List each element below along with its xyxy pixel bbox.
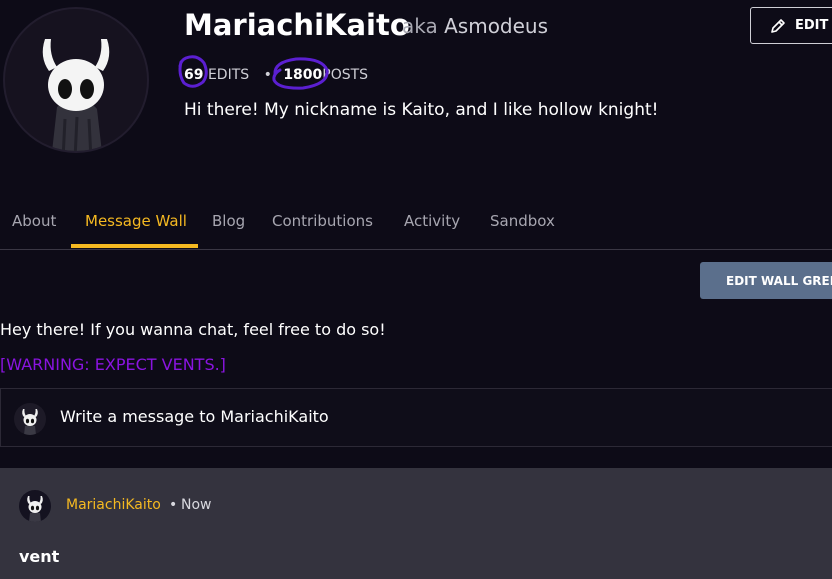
hollow-knight-avatar [42, 39, 110, 151]
edits-label[interactable]: EDITS [208, 67, 249, 83]
post-title[interactable]: vent [19, 547, 59, 566]
tab-activity[interactable]: Activity [404, 212, 460, 230]
profile-username: MariachiKaito [184, 8, 410, 42]
tab-contributions[interactable]: Contributions [272, 212, 373, 230]
edit-profile-label: EDIT [795, 18, 829, 33]
hollow-knight-avatar [27, 496, 43, 522]
tab-blog[interactable]: Blog [212, 212, 245, 230]
profile-tabs: About Message Wall Blog Contributions Ac… [0, 200, 832, 250]
post-separator: • [169, 497, 178, 513]
wall-post: MariachiKaito • Now vent [0, 468, 832, 579]
posts-count[interactable]: 1800 [283, 67, 322, 83]
avatar [14, 403, 46, 435]
active-tab-indicator [71, 244, 198, 248]
edit-profile-button[interactable]: EDIT [750, 7, 832, 44]
message-compose-box[interactable]: Write a message to MariachiKaito [0, 388, 832, 447]
posts-label[interactable]: POSTS [322, 67, 368, 83]
post-author-link[interactable]: MariachiKaito [66, 497, 161, 513]
tab-message-wall[interactable]: Message Wall [85, 212, 187, 230]
profile-avatar [3, 7, 149, 153]
post-timestamp[interactable]: Now [181, 497, 212, 513]
edit-wall-greeting-button[interactable]: EDIT WALL GREETING [700, 262, 832, 299]
tab-sandbox[interactable]: Sandbox [490, 212, 555, 230]
edits-count[interactable]: 69 [184, 67, 203, 83]
avatar[interactable] [19, 490, 51, 522]
pencil-icon [771, 18, 785, 33]
profile-stats: 69 EDITS • 1800POSTS [184, 67, 368, 83]
profile-aka: aka Asmodeus [402, 14, 548, 38]
stats-separator: • [263, 67, 272, 83]
tab-about[interactable]: About [12, 212, 56, 230]
aka-name: Asmodeus [444, 14, 549, 38]
profile-bio: Hi there! My nickname is Kaito, and I li… [184, 100, 659, 120]
wall-warning: [WARNING: EXPECT VENTS.] [0, 355, 226, 374]
edit-wall-greeting-label: EDIT WALL GREETING [726, 273, 832, 288]
hollow-knight-avatar [22, 409, 38, 435]
aka-label: aka [402, 14, 438, 38]
wall-greeting: Hey there! If you wanna chat, feel free … [0, 320, 386, 339]
compose-placeholder[interactable]: Write a message to MariachiKaito [60, 407, 329, 426]
